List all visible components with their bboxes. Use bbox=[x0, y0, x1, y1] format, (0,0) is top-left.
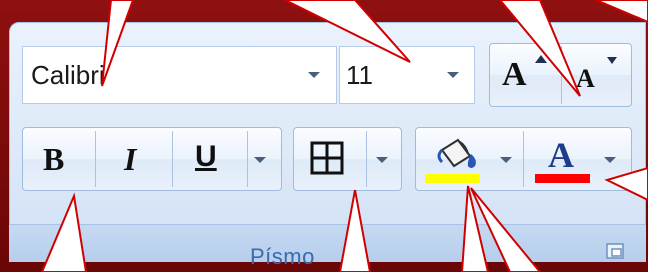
chevron-down-icon[interactable] bbox=[308, 72, 320, 78]
group-footer bbox=[9, 224, 646, 262]
grow-font-button[interactable]: A bbox=[490, 44, 560, 106]
bold-glyph: B bbox=[43, 141, 65, 177]
separator bbox=[247, 131, 248, 187]
font-color-button[interactable]: A bbox=[524, 128, 631, 190]
font-size-value: 11 bbox=[346, 60, 373, 90]
font-color-glyph: A bbox=[548, 135, 574, 175]
chevron-down-icon[interactable] bbox=[447, 72, 459, 78]
chevron-down-icon[interactable] bbox=[254, 157, 266, 163]
underline-glyph: U bbox=[195, 140, 217, 173]
dialog-launcher-icon[interactable] bbox=[606, 243, 624, 259]
font-color-bar bbox=[535, 174, 590, 183]
caret-down-icon bbox=[607, 57, 617, 64]
chevron-down-icon[interactable] bbox=[500, 157, 512, 163]
chevron-down-icon[interactable] bbox=[604, 157, 616, 163]
shrink-font-glyph: A bbox=[576, 64, 595, 93]
borders-icon bbox=[310, 141, 344, 175]
paint-bucket-icon bbox=[437, 138, 476, 168]
italic-glyph: I bbox=[124, 141, 137, 177]
grow-font-glyph: A bbox=[502, 56, 527, 93]
chevron-down-icon[interactable] bbox=[376, 157, 388, 163]
italic-button[interactable]: I bbox=[96, 128, 172, 190]
highlight-button[interactable] bbox=[416, 128, 522, 190]
shrink-font-button[interactable]: A bbox=[562, 44, 631, 106]
font-name-value: Calibri bbox=[31, 60, 105, 90]
separator bbox=[366, 131, 367, 187]
underline-button[interactable]: U bbox=[173, 128, 247, 190]
group-label: Písmo bbox=[250, 244, 315, 269]
font-size-combo[interactable]: 11 bbox=[339, 46, 475, 104]
highlight-color-bar bbox=[425, 174, 480, 183]
font-name-combo[interactable]: Calibri bbox=[22, 46, 337, 104]
caret-up-icon bbox=[535, 55, 547, 63]
bold-button[interactable]: B bbox=[23, 128, 95, 190]
